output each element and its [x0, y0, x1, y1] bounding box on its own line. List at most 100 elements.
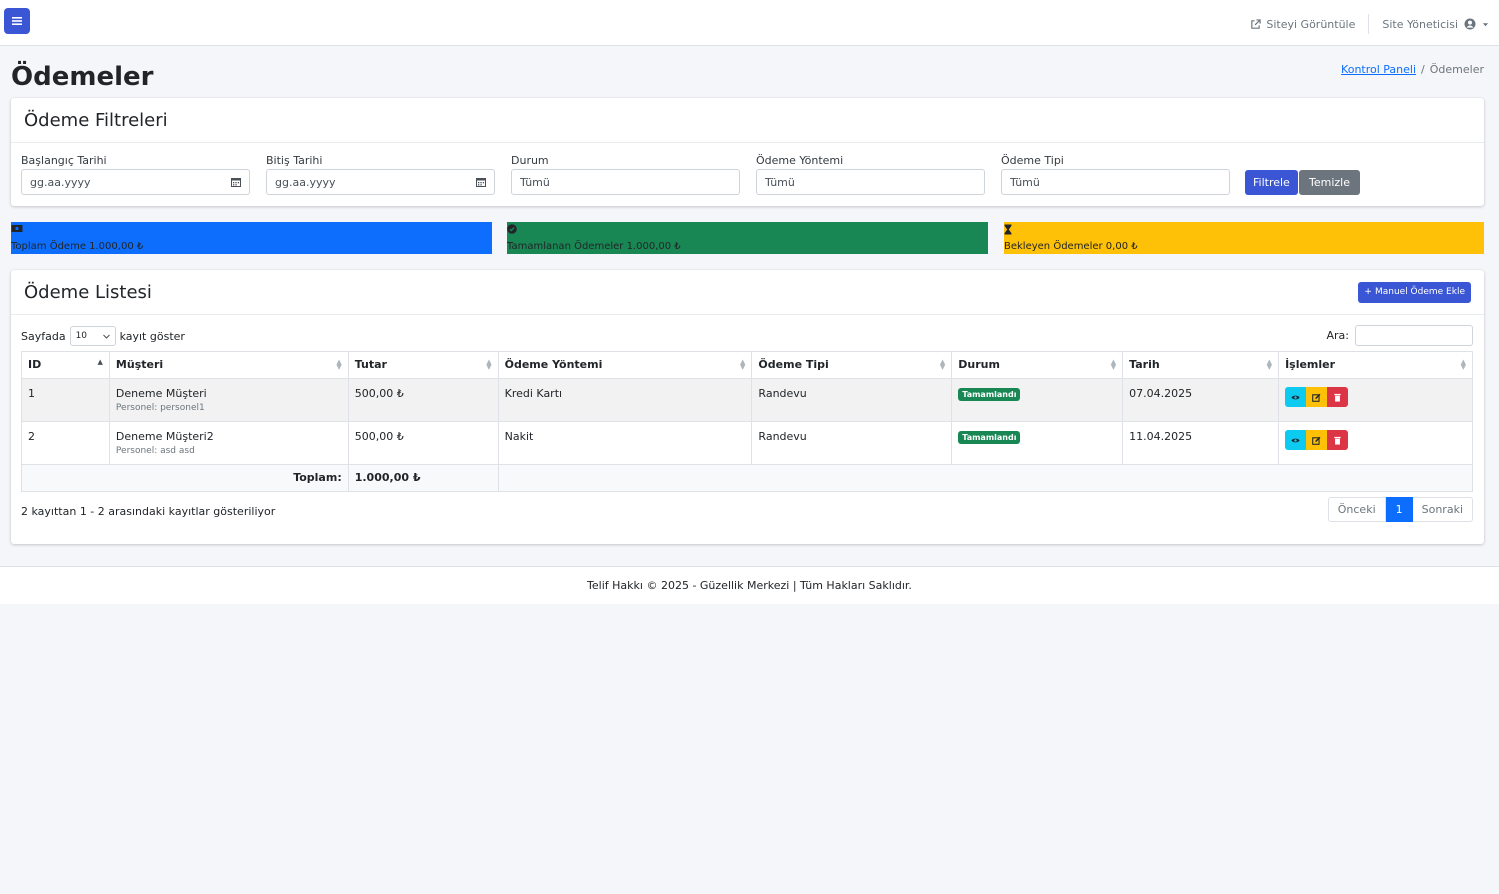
cell-id: 2: [21, 421, 110, 465]
pending-payment-box: Bekleyen Ödemeler 0,00 ₺: [1004, 222, 1484, 254]
column-header-amount[interactable]: Tutar ▲ ▼: [347, 351, 499, 379]
filter-card-title: Ödeme Filtreleri: [24, 109, 168, 131]
start-date-input[interactable]: gg.aa.yyyy: [21, 169, 250, 195]
cell-method: Kredi Kartı: [497, 378, 753, 422]
filter-card-header: Ödeme Filtreleri: [11, 98, 1484, 143]
cell-date: 07.04.2025: [1122, 378, 1280, 422]
prev-page-button[interactable]: Önceki: [1327, 497, 1386, 522]
table-search: Ara:: [1326, 325, 1473, 346]
search-input[interactable]: [1355, 325, 1473, 346]
column-header-actions[interactable]: İşlemler ▲ ▼: [1278, 351, 1473, 379]
cell-customer: Deneme Müşteri Personel: personel1: [108, 378, 349, 422]
cell-amount: 500,00 ₺: [347, 378, 499, 422]
total-payment-text: Toplam Ödeme 1.000,00 ₺: [11, 241, 144, 252]
table-row: 1 Deneme Müşteri Personel: personel1 500…: [21, 378, 1473, 422]
payments-table: ID ▲ Müşteri ▲ ▼ Tutar ▲ ▼ Ödeme Yöntemi ▲ ▼ Öd…: [21, 351, 1474, 492]
footer: Telif Hakkı © 2025 - Güzellik Merkezi | …: [0, 566, 1499, 604]
column-header-date[interactable]: Tarih ▲ ▼: [1122, 351, 1280, 379]
view-button[interactable]: [1285, 430, 1307, 450]
cell-customer: Deneme Müşteri2 Personel: asd asd: [108, 421, 349, 465]
type-value: Tümü: [1010, 175, 1040, 189]
cell-amount: 500,00 ₺: [347, 421, 499, 465]
table-header-row: ID ▲ Müşteri ▲ ▼ Tutar ▲ ▼ Ödeme Yöntemi ▲ ▼ Öd…: [21, 351, 1473, 379]
calendar-icon: [476, 178, 486, 187]
view-site-link[interactable]: Siteyi Görüntüle: [1250, 18, 1368, 31]
column-header-status[interactable]: Durum ▲ ▼: [951, 351, 1124, 379]
page-background: [0, 604, 1499, 894]
completed-payment-text: Tamamlanan Ödemeler 1.000,00 ₺: [507, 241, 681, 252]
column-header-method[interactable]: Ödeme Yöntemi ▲ ▼: [497, 351, 753, 379]
footer-text: Telif Hakkı © 2025 - Güzellik Merkezi | …: [587, 579, 912, 592]
calendar-icon: [231, 178, 241, 187]
method-group: Ödeme Yöntemi Tümü: [756, 154, 985, 195]
topbar-divider: [1368, 14, 1370, 34]
status-label: Durum: [511, 154, 549, 167]
type-select[interactable]: Tümü: [1001, 169, 1230, 195]
eye-icon: [1291, 438, 1300, 442]
chevron-down-icon: [102, 334, 110, 339]
start-date-group: Başlangıç Tarihi gg.aa.yyyy: [21, 154, 250, 195]
customer-name: Deneme Müşteri: [115, 387, 207, 400]
page-length-value: 10: [75, 331, 88, 341]
breadcrumb-home-link[interactable]: Kontrol Paneli: [1341, 63, 1416, 76]
topbar: Siteyi Görüntüle Site Yöneticisi: [0, 0, 1499, 46]
page-length-select[interactable]: 10: [69, 326, 116, 346]
hourglass-icon: [1004, 224, 1012, 238]
add-manual-payment-button[interactable]: + Manuel Ödeme Ekle: [1358, 281, 1471, 303]
trash-icon: [1334, 436, 1341, 445]
status-select[interactable]: Tümü: [511, 169, 740, 195]
status-badge: Tamamlandı: [958, 388, 1021, 401]
completed-payment-box: Tamamlanan Ödemeler 1.000,00 ₺: [507, 222, 988, 254]
end-date-group: Bitiş Tarihi gg.aa.yyyy: [266, 154, 495, 195]
status-badge: Tamamlandı: [958, 431, 1021, 444]
start-date-placeholder: gg.aa.yyyy: [30, 175, 91, 189]
edit-button[interactable]: [1306, 387, 1328, 407]
search-label: Ara:: [1326, 329, 1350, 342]
end-date-placeholder: gg.aa.yyyy: [275, 175, 336, 189]
sort-icon: ▲: [97, 358, 103, 366]
column-header-type[interactable]: Ödeme Tipi ▲ ▼: [751, 351, 953, 379]
eye-icon: [1291, 395, 1300, 399]
hamburger-icon: [12, 17, 22, 25]
cell-status: Tamamlandı: [951, 421, 1124, 465]
length-suffix: kayıt göster: [119, 329, 185, 343]
type-group: Ödeme Tipi Tümü: [1001, 154, 1230, 195]
column-header-customer[interactable]: Müşteri ▲ ▼: [108, 351, 349, 379]
next-page-button[interactable]: Sonraki: [1412, 497, 1473, 522]
method-select[interactable]: Tümü: [756, 169, 985, 195]
sort-icon: ▲ ▼: [1460, 358, 1466, 371]
page-button-1[interactable]: 1: [1385, 497, 1413, 522]
start-date-label: Başlangıç Tarihi: [21, 154, 107, 167]
cell-method: Nakit: [497, 421, 753, 465]
edit-button[interactable]: [1306, 430, 1328, 450]
table-row: 2 Deneme Müşteri2 Personel: asd asd 500,…: [21, 421, 1473, 465]
end-date-label: Bitiş Tarihi: [266, 154, 323, 167]
user-circle-icon: [1464, 18, 1476, 30]
delete-button[interactable]: [1327, 387, 1349, 407]
trash-icon: [1334, 393, 1341, 402]
total-payment-box: Toplam Ödeme 1.000,00 ₺: [11, 222, 492, 254]
cell-type: Randevu: [751, 378, 953, 422]
menu-toggle-button[interactable]: [4, 8, 30, 34]
view-site-label: Siteyi Görüntüle: [1266, 17, 1356, 31]
customer-name: Deneme Müşteri2: [115, 430, 214, 443]
clear-button[interactable]: Temizle: [1299, 170, 1360, 195]
edit-icon: [1312, 393, 1321, 402]
column-header-id[interactable]: ID ▲: [21, 351, 110, 379]
table-info: 2 kayıttan 1 - 2 arasındaki kayıtlar gös…: [21, 505, 276, 518]
page-title: Ödemeler: [11, 62, 154, 92]
cell-id: 1: [21, 378, 110, 422]
status-group: Durum Tümü: [511, 154, 740, 195]
user-menu[interactable]: Site Yöneticisi: [1382, 18, 1489, 31]
view-button[interactable]: [1285, 387, 1307, 407]
sort-icon: ▲ ▼: [1110, 358, 1117, 371]
pending-payment-text: Bekleyen Ödemeler 0,00 ₺: [1004, 241, 1138, 252]
customer-staff: Personel: asd asd: [115, 446, 195, 456]
cell-actions: [1278, 378, 1473, 422]
sort-icon: ▲ ▼: [740, 358, 746, 371]
end-date-input[interactable]: gg.aa.yyyy: [266, 169, 495, 195]
edit-icon: [1312, 436, 1321, 445]
filter-button[interactable]: Filtrele: [1245, 170, 1298, 195]
sort-icon: ▲ ▼: [336, 358, 342, 371]
delete-button[interactable]: [1327, 430, 1349, 450]
